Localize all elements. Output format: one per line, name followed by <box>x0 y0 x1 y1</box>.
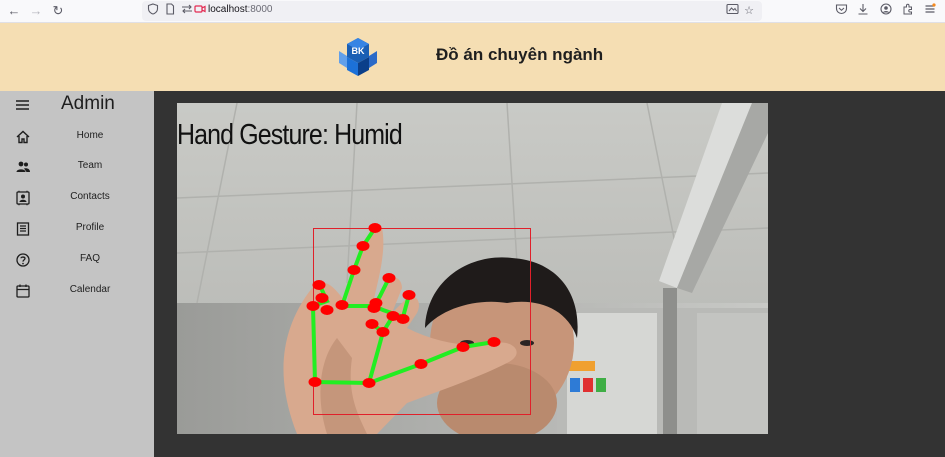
browser-toolbar: ← → ↻ localhost:8000 ☆ <box>0 0 945 23</box>
menu-icon[interactable] <box>922 3 938 19</box>
sidebar-item-contacts[interactable]: Contacts <box>0 183 154 213</box>
forward-icon[interactable]: → <box>28 3 44 19</box>
sidebar-item-home[interactable]: Home <box>0 122 154 152</box>
back-icon[interactable]: ← <box>6 3 22 19</box>
hand-landmarks <box>306 223 501 388</box>
sidebar-item-label: Contacts <box>70 191 110 202</box>
sidebar-title: Admin <box>61 93 115 114</box>
main-content: Hand Gesture: Humid <box>154 91 945 457</box>
extensions-icon[interactable] <box>900 3 916 19</box>
shield-icon[interactable] <box>146 3 160 17</box>
sidebar-item-profile[interactable]: Profile <box>0 214 154 244</box>
sidebar-item-label: Profile <box>75 222 105 233</box>
page-icon <box>163 3 177 17</box>
sidebar-item-label: Home <box>76 130 104 141</box>
contacts-icon <box>16 190 30 206</box>
reader-icon[interactable] <box>724 3 740 19</box>
bookmark-star-icon[interactable]: ☆ <box>741 3 757 19</box>
team-icon <box>16 161 30 172</box>
sidebar-item-label: Team <box>77 160 103 171</box>
gesture-label: Hand Gesture: Humid <box>177 119 403 151</box>
sidebar-item-calendar[interactable]: Calendar <box>0 276 154 306</box>
home-icon <box>16 130 30 144</box>
url-port: :8000 <box>247 4 273 15</box>
sidebar: Admin Home Team Contacts Profile FAQ Cal… <box>0 91 154 457</box>
download-icon[interactable] <box>855 3 871 19</box>
app-header: BK Đồ án chuyên ngành <box>0 23 945 91</box>
sidebar-item-faq[interactable]: FAQ <box>0 245 154 275</box>
camera-feed: Hand Gesture: Humid <box>177 103 768 434</box>
permissions-icon[interactable] <box>180 3 194 17</box>
url-text[interactable]: localhost:8000 <box>208 4 273 15</box>
pocket-icon[interactable] <box>833 3 849 19</box>
sidebar-item-label: Calendar <box>69 284 111 295</box>
help-icon <box>16 253 30 267</box>
sidebar-header: Admin <box>0 91 154 119</box>
calendar-icon <box>16 284 30 298</box>
bk-logo: BK <box>339 38 377 76</box>
camera-icon[interactable] <box>193 3 207 17</box>
page-title: Đồ án chuyên ngành <box>436 45 604 64</box>
sidebar-item-label: FAQ <box>79 253 100 264</box>
account-icon[interactable] <box>878 3 894 19</box>
profile-icon <box>16 222 30 236</box>
sidebar-item-team[interactable]: Team <box>0 152 154 182</box>
logo-text: BK <box>352 46 365 56</box>
hamburger-icon[interactable] <box>16 100 29 110</box>
url-host: localhost <box>208 4 248 15</box>
reload-icon[interactable]: ↻ <box>50 3 66 19</box>
